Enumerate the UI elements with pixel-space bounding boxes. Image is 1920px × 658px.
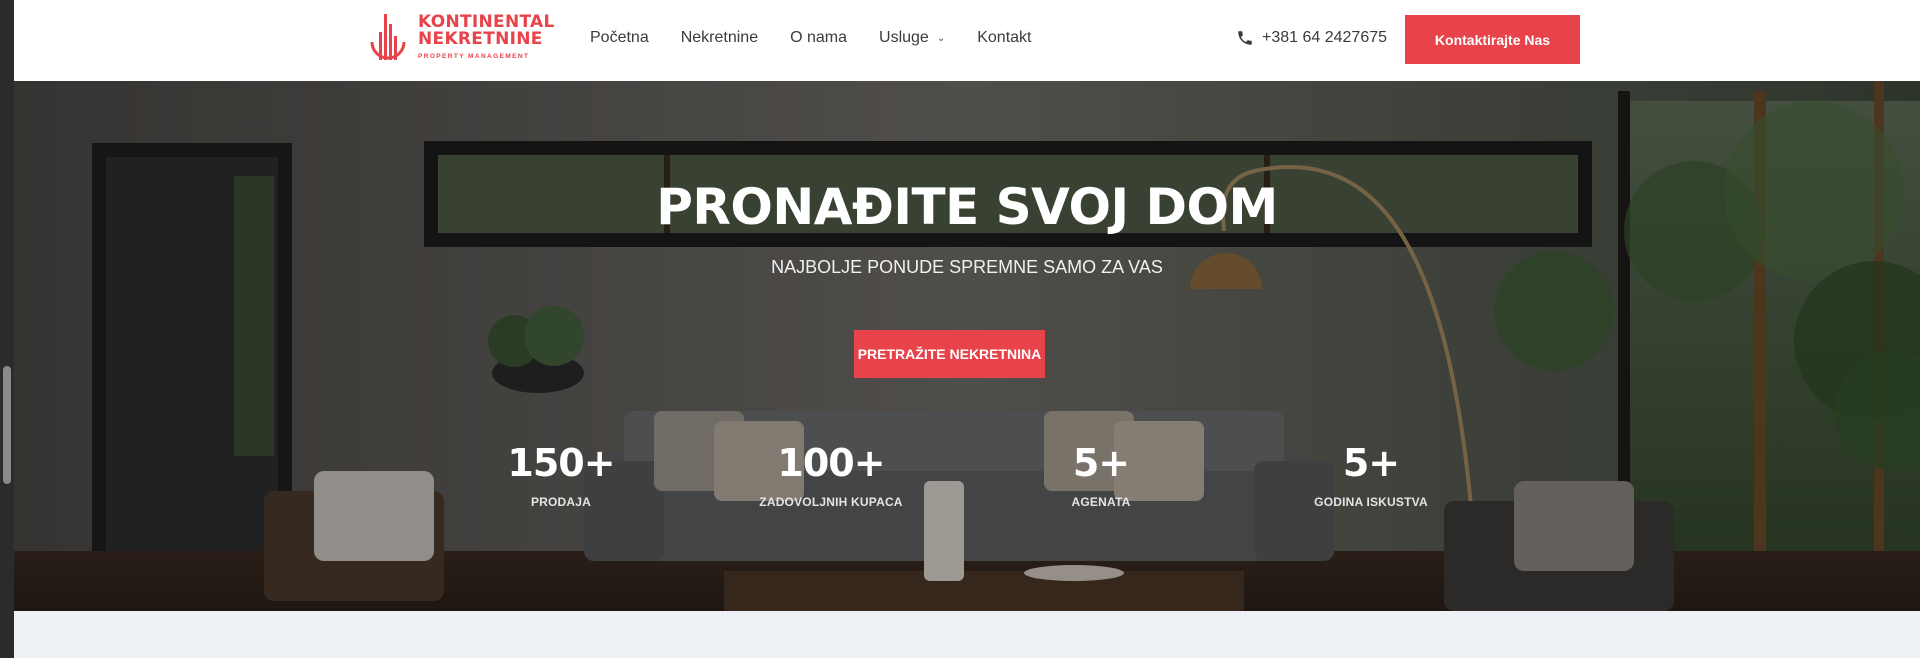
- chevron-down-icon: ⌄: [936, 32, 946, 44]
- stat-label: AGENATA: [1071, 495, 1131, 509]
- nav-item-nekretnine[interactable]: Nekretnine: [681, 29, 758, 47]
- nav-item-kontakt[interactable]: Kontakt: [977, 29, 1031, 47]
- stat-label: GODINA ISKUSTVA: [1314, 495, 1428, 509]
- logo-wordmark: KONTINENTAL NEKRETNINE: [418, 12, 555, 49]
- phone-icon: [1238, 31, 1252, 45]
- stat-value: 150+: [507, 441, 615, 485]
- site-header: KONTINENTAL NEKRETNINE PROPERTY MANAGEME…: [14, 0, 1920, 81]
- logo-tagline: PROPERTY MANAGEMENT: [418, 53, 530, 60]
- stat-label: ZADOVOLJNIH KUPACA: [759, 495, 903, 509]
- hero-section: PRONAĐITE SVOJ DOM NAJBOLJE PONUDE SPREM…: [14, 81, 1920, 611]
- stat-satisfied-buyers: 100+ ZADOVOLJNIH KUPACA: [731, 441, 931, 509]
- page-scrollbar[interactable]: [0, 0, 14, 658]
- nav-item-o-nama[interactable]: O nama: [790, 29, 847, 47]
- main-nav: Početna Nekretnine O nama Usluge ⌄ Kontak…: [590, 29, 1063, 47]
- contact-us-button[interactable]: Kontaktirajte Nas: [1405, 15, 1580, 64]
- nav-item-pocetna[interactable]: Početna: [590, 29, 649, 47]
- search-properties-button[interactable]: PRETRAŽITE NEKRETNINA: [854, 330, 1045, 378]
- stat-label: PRODAJA: [530, 495, 592, 509]
- hero-subtitle: NAJBOLJE PONUDE SPREMNE SAMO ZA VAS: [771, 257, 1163, 277]
- stat-value: 5+: [1072, 441, 1130, 485]
- brand-logo[interactable]: KONTINENTAL NEKRETNINE PROPERTY MANAGEME…: [366, 12, 554, 68]
- hero-title: PRONAĐITE SVOJ DOM: [656, 178, 1278, 236]
- scrollbar-thumb[interactable]: [3, 366, 11, 484]
- stat-sales: 150+ PRODAJA: [461, 441, 661, 509]
- stat-agents: 5+ AGENATA: [1001, 441, 1201, 509]
- nav-item-usluge[interactable]: Usluge ⌄: [879, 29, 945, 47]
- stat-years-experience: 5+ GODINA ISKUSTVA: [1271, 441, 1471, 509]
- phone-number: +381 64 2427675: [1262, 29, 1388, 46]
- stat-value: 5+: [1342, 441, 1400, 485]
- logo-buildings-icon: [370, 14, 406, 60]
- next-section-background: [14, 611, 1920, 658]
- phone-link[interactable]: +381 64 2427675: [1236, 29, 1387, 47]
- stat-value: 100+: [777, 441, 885, 485]
